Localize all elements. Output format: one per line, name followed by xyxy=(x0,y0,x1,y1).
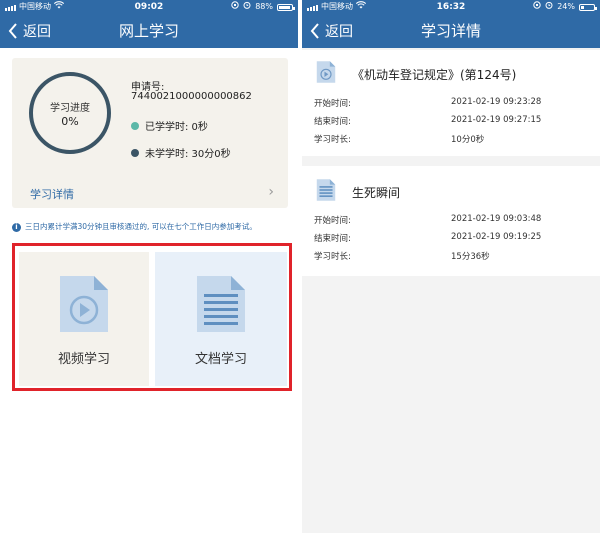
battery-icon xyxy=(277,3,295,11)
progress-card: 学习进度 0% 申请号: 7440021000000000862 已学学时: 0… xyxy=(12,58,288,208)
alarm-icon xyxy=(243,0,251,14)
battery-percent: 88% xyxy=(255,2,273,11)
study-record-card[interactable]: 《机动车登记规定》(第124号) 开始时间: 2021-02-19 09:23:… xyxy=(302,50,600,156)
studied-time: 已学学时: 0秒 xyxy=(131,118,208,133)
duration-label: 学习时长: xyxy=(314,135,351,145)
start-time-label: 开始时间: xyxy=(314,99,351,109)
study-record-card[interactable]: 生死瞬间 开始时间: 2021-02-19 09:03:48 结束时间: 202… xyxy=(302,166,600,276)
studied-time-text: 已学学时: 0秒 xyxy=(145,122,208,133)
orientation-lock-icon xyxy=(231,0,239,14)
remaining-dot-icon xyxy=(131,148,139,157)
video-study-label: 视频学习 xyxy=(57,352,110,367)
application-number: 7440021000000000862 xyxy=(131,91,252,102)
document-file-icon xyxy=(316,179,336,201)
duration-value: 10分0秒 xyxy=(451,135,485,145)
info-icon: i xyxy=(12,223,21,232)
studied-dot-icon xyxy=(131,121,139,130)
progress-ring: 学习进度 0% xyxy=(29,72,111,154)
progress-percent: 0% xyxy=(61,115,79,128)
study-detail-link[interactable]: 学习详情 xyxy=(30,186,74,202)
status-bar: 中国移动 16:32 24% xyxy=(302,0,600,14)
status-bar: 中国移动 09:02 88% xyxy=(0,0,298,14)
document-study-label: 文档学习 xyxy=(194,352,247,367)
document-study-tile[interactable]: 文档学习 xyxy=(155,252,287,386)
page-title: 学习详情 xyxy=(420,22,481,40)
notice: i 三日内累计学满30分钟且审核通过的, 可以在七个工作日内参加考试。 xyxy=(12,222,288,232)
screen-online-study: 中国移动 09:02 88% 返回 网上学习 学习进度 0% 申请号: 7440… xyxy=(0,0,298,533)
video-file-icon xyxy=(316,61,336,83)
document-file-icon xyxy=(197,276,245,332)
screen-study-detail: 中国移动 16:32 24% 返回 学习详情 《机动车登记规定》(第124号) … xyxy=(302,0,600,533)
notice-text: 三日内累计学满30分钟且审核通过的, 可以在七个工作日内参加考试。 xyxy=(25,222,257,231)
start-time-value: 2021-02-19 09:23:28 xyxy=(451,97,542,107)
orientation-lock-icon xyxy=(533,0,541,14)
battery-percent: 24% xyxy=(557,2,575,11)
page-title: 网上学习 xyxy=(118,22,179,40)
nav-bar: 返回 学习详情 xyxy=(302,14,600,48)
battery-fill xyxy=(279,5,290,9)
start-time-value: 2021-02-19 09:03:48 xyxy=(451,214,542,224)
battery-icon xyxy=(579,3,597,11)
study-mode-tiles: 视频学习 文档学习 xyxy=(12,243,292,391)
duration-value: 15分36秒 xyxy=(451,252,490,262)
end-time-value: 2021-02-19 09:27:15 xyxy=(451,115,542,125)
battery-fill xyxy=(581,5,584,9)
start-time-label: 开始时间: xyxy=(314,216,351,226)
record-title: 生死瞬间 xyxy=(352,186,401,200)
duration-label: 学习时长: xyxy=(314,252,351,262)
end-time-value: 2021-02-19 09:19:25 xyxy=(451,232,542,242)
end-time-label: 结束时间: xyxy=(314,234,351,244)
video-study-tile[interactable]: 视频学习 xyxy=(19,252,149,386)
chevron-right-icon[interactable]: › xyxy=(268,184,274,200)
record-title: 《机动车登记规定》(第124号) xyxy=(352,68,517,82)
video-file-icon xyxy=(60,276,108,332)
remaining-time: 未学学时: 30分0秒 xyxy=(131,145,231,160)
end-time-label: 结束时间: xyxy=(314,117,351,127)
remaining-time-text: 未学学时: 30分0秒 xyxy=(145,149,231,160)
status-right: 88% xyxy=(231,0,295,14)
nav-bar: 返回 网上学习 xyxy=(0,14,298,48)
alarm-icon xyxy=(545,0,553,14)
status-right: 24% xyxy=(533,0,597,14)
progress-label: 学习进度 xyxy=(50,103,90,114)
